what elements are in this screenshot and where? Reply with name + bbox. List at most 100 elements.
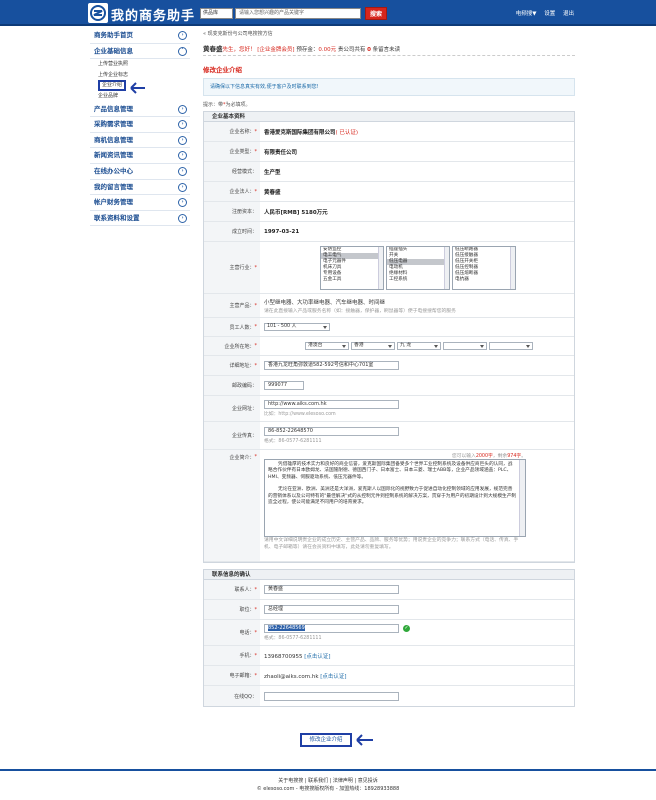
mobile-value: 13968700955 (264, 653, 303, 660)
header-link-elesoso[interactable]: 电频搜▼ (516, 11, 537, 17)
search-scope-select[interactable]: 供品库 (200, 8, 233, 19)
search-input[interactable]: 请输入您想兴趣的产品关键字 (235, 8, 361, 19)
intro-counter: 您可以输入2000字，剩余974字。 (451, 454, 526, 459)
email-verify-link[interactable]: [点击认证] (320, 674, 346, 680)
website-hint: 比如：http://www.elesoso.com (264, 412, 336, 417)
fax-input[interactable]: 86-852-22648570 (264, 427, 399, 436)
pointer-arrow-icon (356, 734, 373, 746)
balance-label: 预存金： (296, 47, 319, 53)
header-link-settings[interactable]: 设置 (544, 11, 555, 17)
phone-input[interactable]: 852-22648569 (264, 624, 399, 633)
row-mobile: 手机： * 13968700955 [点击认证] (204, 646, 574, 666)
required-tip: 提示：带*为必填项。 (203, 102, 251, 108)
sidebar-item-business[interactable]: 商机信息管理 › (90, 133, 190, 149)
notice-box: 请确保以下信息真实有效,便于客户及时联系到您! (203, 78, 575, 96)
row-address: 详细地址： * 香港九龙旺角弥敦道582-592号信和中心701室 (204, 356, 574, 376)
sidebar-item-home[interactable]: 商务助手首页 › (90, 28, 190, 44)
breadcrumb[interactable]: « 现变克斯份与公司电搜搜方信 (203, 29, 575, 39)
intro-textarea[interactable]: 凭借雄厚的技术实力和良好的商业信誉，爱克斯国际集团备受多个世界工业控制系统及设备… (264, 459, 526, 537)
row-products: 主营产品： * 小型继电器、大功率继电器、汽车继电器、时间继 请在此直接输入产品或服… (204, 294, 574, 318)
chevron-right-icon[interactable]: › (178, 166, 187, 176)
chevron-down-icon[interactable]: ˅ (178, 46, 187, 56)
main-products[interactable]: 小型继电器、大功率继电器、汽车继电器、时间继 (264, 298, 574, 306)
sidebar-sub-intro-selected[interactable]: 企业介绍 (98, 80, 127, 92)
region-select-4[interactable] (443, 342, 487, 350)
industry-list-1[interactable]: 安防监控 电工电气 电子元器件 机床刀具 专用设备 五金工具 (320, 245, 384, 290)
row-company-type: 企业类型： * 有限责任公司 (204, 142, 574, 162)
scrollbar[interactable] (519, 460, 525, 536)
region-select-2[interactable]: 香港 (351, 342, 395, 350)
user-name: 黄春盛 (203, 45, 223, 53)
chevron-right-icon[interactable]: › (178, 120, 187, 130)
sidebar-submenu: 上传营业执照 上传企业标志 企业介绍 企业品牌 (90, 59, 190, 101)
founded-date: 1997-03-21 (264, 228, 300, 235)
message-count[interactable]: 0 (367, 47, 371, 53)
scrollbar[interactable] (444, 246, 449, 289)
sidebar: 商务助手首页 › 企业基础信息 ˅ 上传营业执照 上传企业标志 企业介绍 企业品牌 … (90, 28, 190, 227)
message-post: 条留言未读 (372, 47, 401, 53)
row-phone: 电话： * 852-22648569 ✓ 格式：86-0577-6281111 (204, 620, 574, 646)
sidebar-item-news[interactable]: 新闻资讯管理 › (90, 148, 190, 164)
contact-form: 联系信息的确认 联系人： * 黄春盛 职位： * 总经理 电话： * 852-2264… (203, 569, 575, 707)
chevron-right-icon[interactable]: › (178, 31, 187, 40)
sidebar-item-company-info[interactable]: 企业基础信息 ˅ (90, 44, 190, 60)
position-input[interactable]: 总经理 (264, 605, 399, 614)
row-intro: 企业简介： * 您可以输入2000字，剩余974字。 凭借雄厚的技术实力和良好的商… (204, 450, 574, 562)
company-type: 有限责任公司 (264, 149, 298, 156)
mobile-verify-link[interactable]: [点击认证] (304, 654, 330, 660)
chevron-right-icon[interactable]: › (178, 104, 187, 114)
row-qq: 在线QQ： (204, 686, 574, 706)
balance-value: 0.00元 (318, 47, 337, 53)
industry-list-3[interactable]: 低压断路器 低压接触器 低压开关柜 低压控制器 低压熔断器 电抗器 (452, 245, 516, 290)
header-links: 电频搜▼ 设置 退出 (510, 9, 574, 17)
row-legal: 企业法人： * 黄春盛 (204, 182, 574, 202)
row-capital: 注册资本： 人民币[RMB] 5180万元 (204, 202, 574, 222)
company-form: 企业基本资料 企业名称： * 香港爱克斯国际集团有限公司( 已认证) 企业类型： *… (203, 111, 575, 563)
row-contact: 联系人： * 黄春盛 (204, 580, 574, 600)
fax-hint: 格式：86-0577-6281111 (264, 439, 322, 444)
sidebar-item-office[interactable]: 在线办公中心 › (90, 164, 190, 180)
chevron-right-icon[interactable]: › (178, 151, 187, 161)
sidebar-item-purchase[interactable]: 采购需求管理 › (90, 117, 190, 133)
sidebar-item-products[interactable]: 产品信息管理 › (90, 102, 190, 118)
row-founded: 成立时间： 1997-03-21 (204, 222, 574, 242)
footer-links[interactable]: 关于电搜搜 | 联系我们 | 法律声明 | 意见投诉 (0, 777, 656, 785)
industry-list-2[interactable]: 插座插头 开关 低压电器 电动机 绝缘材料 工控系统 (386, 245, 450, 290)
main-content: « 现变克斯份与公司电搜搜方信 黄春盛先生，您好！ [企业金牌会员] 预存金：0… (203, 28, 575, 707)
sidebar-sub-logo[interactable]: 上传企业标志 (98, 70, 190, 81)
region-select-3[interactable]: 九 龙 (397, 342, 441, 350)
chevron-right-icon[interactable]: › (178, 213, 187, 223)
submit-button[interactable]: 修改企业介绍 (300, 733, 352, 747)
zip-input[interactable]: 999077 (264, 381, 304, 390)
website-input[interactable]: http://www.aiks.com.hk (264, 400, 399, 409)
search-button[interactable]: 搜索 (365, 7, 387, 20)
email-value: zhaoli@aiks.com.hk (264, 673, 319, 680)
row-email: 电子邮箱： * zhaoli@aiks.com.hk [点击认证] (204, 666, 574, 686)
logo-icon (88, 3, 108, 23)
qq-input[interactable] (264, 691, 399, 701)
pointer-arrow-icon (130, 82, 145, 94)
scrollbar[interactable] (510, 246, 515, 289)
member-badge[interactable]: [企业金牌会员] (257, 47, 294, 53)
region-select-1[interactable]: 港澳台 (305, 342, 349, 350)
staff-select[interactable]: 101 - 500 人 (264, 323, 330, 331)
contact-input[interactable]: 黄春盛 (264, 585, 399, 594)
sidebar-item-finance[interactable]: 帐户财务管理 › (90, 195, 190, 211)
phone-hint: 格式：86-0577-6281111 (264, 636, 322, 641)
sidebar-item-messages[interactable]: 我的留言管理 › (90, 180, 190, 196)
company-name: 香港爱克斯国际集团有限公司 (264, 129, 336, 136)
chevron-right-icon[interactable]: › (178, 135, 187, 145)
section-title: 修改企业介绍 (203, 66, 242, 74)
chevron-right-icon[interactable]: › (178, 182, 187, 192)
sidebar-item-contact-settings[interactable]: 联系资料和设置 › (90, 211, 190, 227)
address-input[interactable]: 香港九龙旺角弥敦道582-592号信和中心701室 (264, 361, 399, 370)
sidebar-sub-license[interactable]: 上传营业执照 (98, 59, 190, 70)
logo-text: 我的商务助手 (111, 9, 196, 24)
row-industry: 主营行业： * 安防监控 电工电气 电子元器件 机床刀具 专用设备 五金工具 插座插头 开关低… (204, 242, 574, 294)
scrollbar[interactable] (378, 246, 383, 289)
header-link-logout[interactable]: 退出 (563, 11, 574, 17)
chevron-right-icon[interactable]: › (178, 198, 187, 208)
search-placeholder: 请输入您想兴趣的产品关键字 (239, 10, 305, 16)
footer: 关于电搜搜 | 联系我们 | 法律声明 | 意见投诉 © elesoso.com… (0, 769, 656, 800)
region-select-5[interactable] (489, 342, 533, 350)
